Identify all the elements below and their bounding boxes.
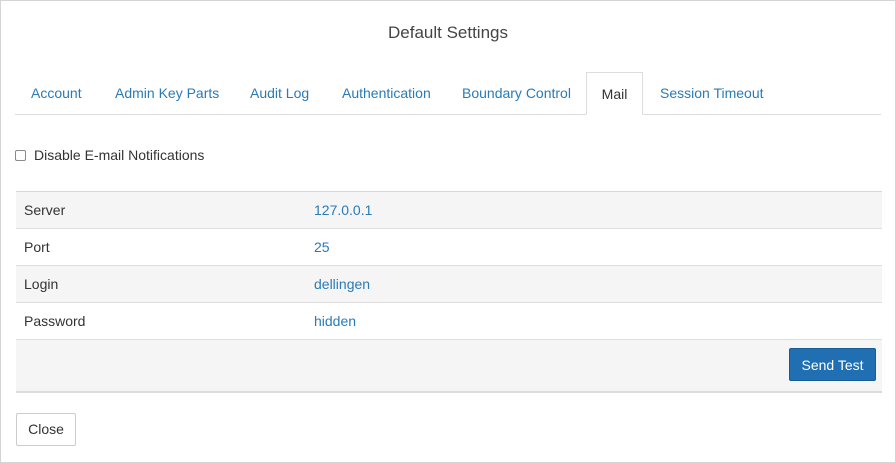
disable-notifications-row[interactable]: Disable E-mail Notifications <box>15 146 204 164</box>
setting-key: Server <box>24 202 66 218</box>
disable-notifications-label[interactable]: Disable E-mail Notifications <box>34 147 204 163</box>
password-value-link[interactable]: hidden <box>314 303 356 340</box>
mail-settings-table: Server 127.0.0.1 Port 25 Login dellingen… <box>16 191 882 393</box>
server-value-link[interactable]: 127.0.0.1 <box>314 192 372 229</box>
setting-key: Login <box>24 276 59 292</box>
settings-dialog: Default Settings Account Admin Key Parts… <box>0 0 896 463</box>
close-button[interactable]: Close <box>16 413 76 446</box>
setting-key: Port <box>24 239 50 255</box>
tab-boundary-control[interactable]: Boundary Control <box>462 72 571 114</box>
port-value-link[interactable]: 25 <box>314 229 330 266</box>
send-test-row: Send Test <box>16 340 882 393</box>
dialog-title: Default Settings <box>387 23 508 42</box>
tab-account[interactable]: Account <box>31 72 82 114</box>
login-value-link[interactable]: dellingen <box>314 266 370 303</box>
tab-mail[interactable]: Mail <box>586 72 643 115</box>
disable-notifications-checkbox[interactable] <box>15 149 26 161</box>
table-row-login: Login dellingen <box>16 266 882 303</box>
table-row-password: Password hidden <box>16 303 882 340</box>
send-test-button[interactable]: Send Test <box>789 348 876 381</box>
tab-authentication[interactable]: Authentication <box>342 72 431 114</box>
tab-bar: Account Admin Key Parts Audit Log Authen… <box>15 72 881 115</box>
table-row-port: Port 25 <box>16 229 882 266</box>
tab-audit-log[interactable]: Audit Log <box>250 72 309 114</box>
tab-session-timeout[interactable]: Session Timeout <box>660 72 764 114</box>
table-row-server: Server 127.0.0.1 <box>16 192 882 229</box>
setting-key: Password <box>24 313 86 329</box>
tab-admin-key-parts[interactable]: Admin Key Parts <box>115 72 219 114</box>
